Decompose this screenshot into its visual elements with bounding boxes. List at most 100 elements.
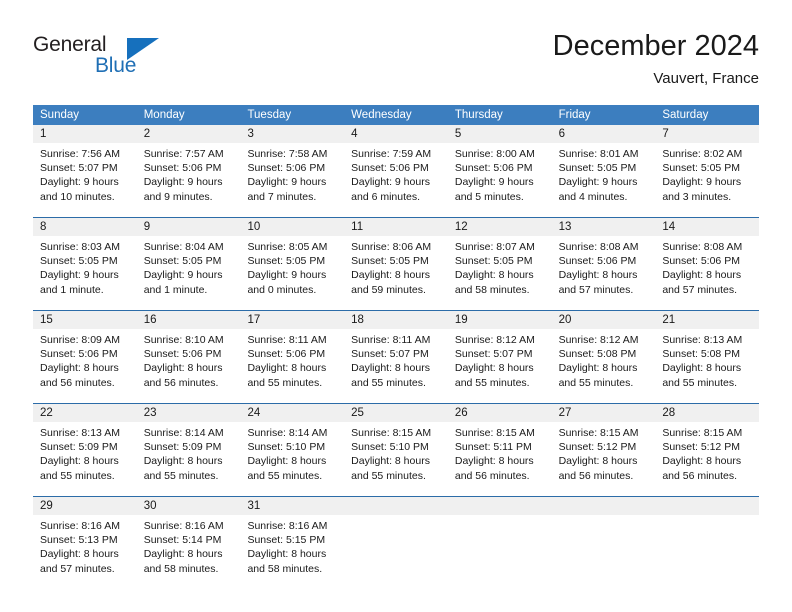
day-number[interactable]: 25 [344,404,448,422]
day-sunset-text: Sunset: 5:08 PM [662,348,740,361]
day-cell[interactable]: Sunrise: 8:13 AM Sunset: 5:09 PM Daylight:… [33,422,137,488]
day-cell[interactable]: Sunrise: 8:13 AM Sunset: 5:08 PM Daylight:… [655,329,759,395]
day-number[interactable] [344,497,448,515]
day-number[interactable]: 5 [448,125,552,143]
day-cell[interactable]: Sunrise: 8:10 AM Sunset: 5:06 PM Daylight:… [137,329,241,395]
day-number[interactable]: 26 [448,404,552,422]
day-cell[interactable]: Sunrise: 8:12 AM Sunset: 5:08 PM Daylight:… [552,329,656,395]
day-number[interactable]: 18 [344,311,448,329]
day-number[interactable]: 1 [33,125,137,143]
day-number[interactable]: 11 [344,218,448,236]
general-blue-logo[interactable]: General Blue [33,33,213,85]
day-number[interactable]: 14 [655,218,759,236]
day-number[interactable]: 6 [552,125,656,143]
day-cell[interactable]: Sunrise: 8:16 AM Sunset: 5:14 PM Daylight:… [137,515,241,581]
day-cell[interactable]: Sunrise: 8:07 AM Sunset: 5:05 PM Daylight:… [448,236,552,302]
day-number[interactable]: 8 [33,218,137,236]
day-daylight1-text: Daylight: 8 hours [662,455,742,468]
day-number[interactable]: 28 [655,404,759,422]
day-number[interactable]: 24 [240,404,344,422]
day-daylight1-text: Daylight: 8 hours [143,548,223,561]
day-cell[interactable]: Sunrise: 8:16 AM Sunset: 5:13 PM Daylight:… [33,515,137,581]
day-cell[interactable] [448,515,552,581]
day-daylight1-text: Daylight: 8 hours [143,455,223,468]
day-cell[interactable]: Sunrise: 8:11 AM Sunset: 5:07 PM Daylight:… [344,329,448,395]
day-number[interactable] [655,497,759,515]
day-cell[interactable]: Sunrise: 8:03 AM Sunset: 5:05 PM Daylight:… [33,236,137,302]
day-cell[interactable] [552,515,656,581]
day-number[interactable]: 29 [33,497,137,515]
day-number[interactable]: 4 [344,125,448,143]
weekday-header-wednesday: Wednesday [351,109,412,121]
day-cell[interactable]: Sunrise: 7:56 AM Sunset: 5:07 PM Daylight:… [33,143,137,209]
day-cell[interactable]: Sunrise: 8:12 AM Sunset: 5:07 PM Daylight:… [448,329,552,395]
day-number[interactable]: 15 [33,311,137,329]
day-sunrise-text: Sunrise: 8:16 AM [143,520,224,532]
week-daynumber-row: 22 23 24 25 26 27 28 [33,404,759,422]
day-cell[interactable]: Sunrise: 8:08 AM Sunset: 5:06 PM Daylight:… [655,236,759,302]
day-number[interactable]: 3 [240,125,344,143]
day-sunrise-text: Sunrise: 8:15 AM [351,427,432,439]
day-cell[interactable]: Sunrise: 8:15 AM Sunset: 5:10 PM Daylight:… [344,422,448,488]
day-cell[interactable] [344,515,448,581]
day-sunrise-text: Sunrise: 7:56 AM [40,148,120,160]
day-cell[interactable]: Sunrise: 8:01 AM Sunset: 5:05 PM Daylight:… [552,143,656,209]
day-cell[interactable]: Sunrise: 8:02 AM Sunset: 5:05 PM Daylight:… [655,143,759,209]
day-cell[interactable]: Sunrise: 8:09 AM Sunset: 5:06 PM Daylight:… [33,329,137,395]
day-number[interactable]: 23 [137,404,241,422]
day-cell[interactable]: Sunrise: 7:57 AM Sunset: 5:06 PM Daylight:… [137,143,241,209]
day-number[interactable]: 16 [137,311,241,329]
day-number[interactable]: 19 [448,311,552,329]
day-daylight2-text: and 57 minutes. [662,283,738,296]
day-daylight1-text: Daylight: 8 hours [247,548,327,561]
day-number[interactable]: 13 [552,218,656,236]
day-cell[interactable]: Sunrise: 8:11 AM Sunset: 5:06 PM Daylight:… [240,329,344,395]
day-number[interactable]: 27 [552,404,656,422]
day-cell[interactable]: Sunrise: 8:16 AM Sunset: 5:15 PM Daylight:… [240,515,344,581]
day-number[interactable]: 17 [240,311,344,329]
day-cell[interactable]: Sunrise: 8:08 AM Sunset: 5:06 PM Daylight:… [552,236,656,302]
day-number[interactable]: 31 [240,497,344,515]
day-cell[interactable]: Sunrise: 8:15 AM Sunset: 5:11 PM Daylight:… [448,422,552,488]
day-cell[interactable]: Sunrise: 8:04 AM Sunset: 5:05 PM Daylight:… [137,236,241,302]
day-daylight2-text: and 4 minutes. [558,190,628,203]
day-cell[interactable]: Sunrise: 8:15 AM Sunset: 5:12 PM Daylight:… [552,422,656,488]
day-sunset-text: Sunset: 5:05 PM [454,255,533,268]
day-cell[interactable]: Sunrise: 8:15 AM Sunset: 5:12 PM Daylight:… [655,422,759,488]
day-daylight1-text: Daylight: 9 hours [247,176,327,189]
day-number[interactable] [448,497,552,515]
day-number[interactable]: 9 [137,218,241,236]
day-number[interactable]: 12 [448,218,552,236]
day-cell[interactable]: Sunrise: 7:59 AM Sunset: 5:06 PM Daylight:… [344,143,448,209]
day-number[interactable]: 30 [137,497,241,515]
day-cell[interactable]: Sunrise: 8:00 AM Sunset: 5:06 PM Daylight:… [448,143,552,209]
day-sunrise-text: Sunrise: 8:09 AM [40,334,120,346]
day-daylight2-text: and 9 minutes. [143,190,213,203]
calendar-week-row: 8 9 10 11 12 13 14 Sunrise: 8:03 AM Sunset: 5:05… [33,217,759,302]
day-cell[interactable]: Sunrise: 8:14 AM Sunset: 5:10 PM Daylight:… [240,422,344,488]
day-daylight1-text: Daylight: 8 hours [454,362,534,375]
week-daynumber-row: 15 16 17 18 19 20 21 [33,311,759,329]
day-sunset-text: Sunset: 5:06 PM [351,162,429,175]
day-daylight1-text: Daylight: 8 hours [143,362,223,375]
day-cell[interactable]: Sunrise: 8:05 AM Sunset: 5:05 PM Daylight:… [240,236,344,302]
day-daylight1-text: Daylight: 8 hours [247,455,327,468]
day-daylight2-text: and 56 minutes. [143,376,219,389]
day-cell[interactable] [655,515,759,581]
day-number[interactable]: 7 [655,125,759,143]
day-number[interactable]: 10 [240,218,344,236]
day-daylight1-text: Daylight: 8 hours [40,548,119,561]
day-number[interactable]: 20 [552,311,656,329]
day-daylight1-text: Daylight: 8 hours [40,455,119,468]
day-cell[interactable]: Sunrise: 8:14 AM Sunset: 5:09 PM Daylight:… [137,422,241,488]
day-number[interactable] [552,497,656,515]
day-number[interactable]: 2 [137,125,241,143]
day-sunrise-text: Sunrise: 8:01 AM [558,148,639,160]
day-sunrise-text: Sunrise: 8:04 AM [143,241,224,253]
day-number[interactable]: 21 [655,311,759,329]
day-number[interactable]: 22 [33,404,137,422]
day-cell[interactable]: Sunrise: 8:06 AM Sunset: 5:05 PM Daylight:… [344,236,448,302]
day-daylight2-text: and 56 minutes. [40,376,115,389]
day-cell[interactable]: Sunrise: 7:58 AM Sunset: 5:06 PM Daylight:… [240,143,344,209]
day-sunrise-text: Sunrise: 8:13 AM [662,334,743,346]
